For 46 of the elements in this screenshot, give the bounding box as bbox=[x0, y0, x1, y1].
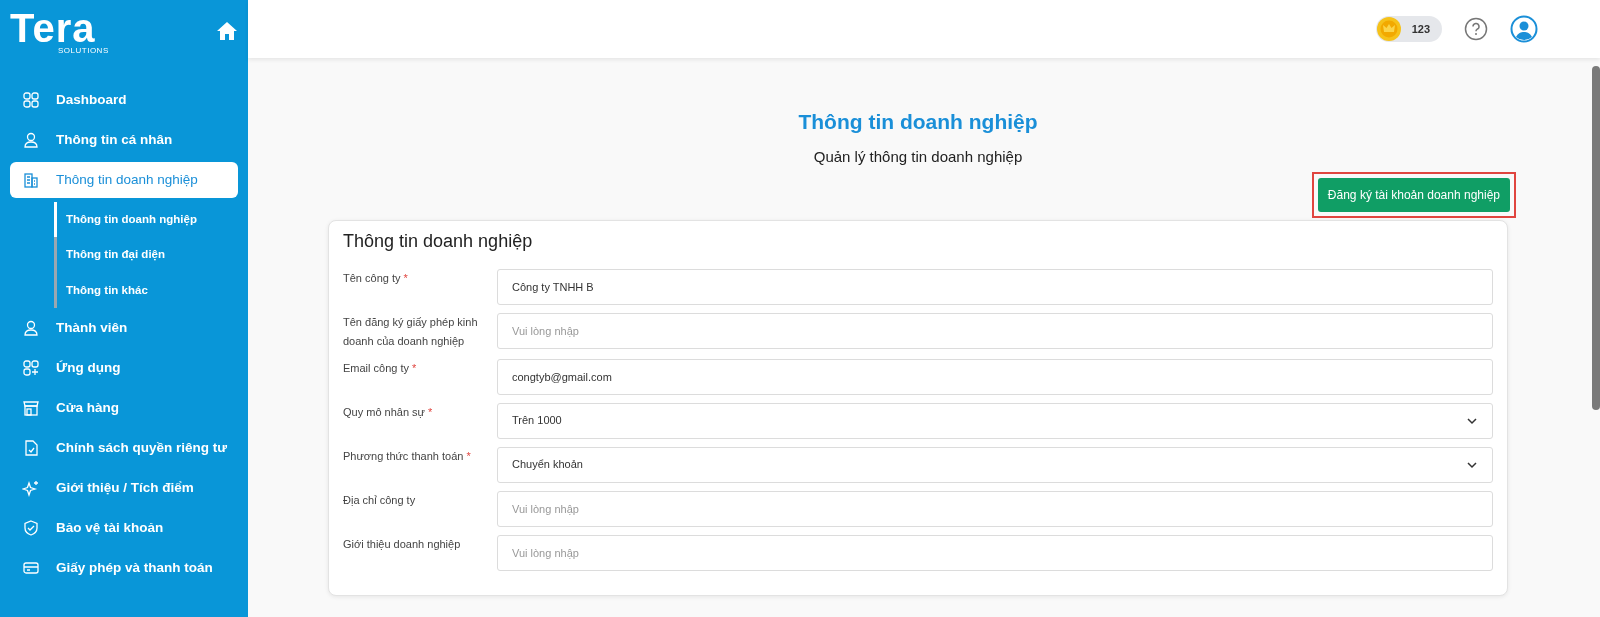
sidebar-item[interactable]: Cửa hàng bbox=[10, 389, 238, 426]
card-title: Thông tin doanh nghiệp bbox=[343, 231, 534, 253]
sidebar-item[interactable]: Bảo vệ tài khoản bbox=[10, 509, 238, 546]
logo: Tera SOLUTIONS bbox=[10, 10, 109, 55]
field-label: Email công ty * bbox=[343, 360, 418, 376]
submenu-item[interactable]: Thông tin đại diện bbox=[54, 237, 248, 273]
person-icon bbox=[22, 131, 40, 149]
field-label: Tên công ty * bbox=[343, 270, 409, 286]
document-icon bbox=[22, 438, 40, 457]
select-field[interactable]: Trên 1000 bbox=[497, 402, 1493, 439]
store-icon bbox=[22, 398, 40, 417]
sidebar-item[interactable]: Giấy phép và thanh toán bbox=[10, 549, 238, 586]
points-badge: 123 bbox=[1375, 16, 1442, 42]
help-icon[interactable] bbox=[1464, 17, 1488, 41]
input-field[interactable]: Vui lòng nhập bbox=[497, 490, 1493, 527]
person-icon bbox=[22, 318, 40, 337]
grid-icon bbox=[22, 91, 40, 109]
sidebar-item[interactable]: Thông tin cá nhân bbox=[10, 122, 238, 158]
field-label: Địa chỉ công ty bbox=[343, 492, 417, 508]
select-field[interactable]: Chuyển khoản bbox=[497, 446, 1493, 483]
apps-icon bbox=[22, 358, 40, 377]
input-field[interactable]: Vui lòng nhập bbox=[497, 312, 1493, 349]
submenu-item[interactable]: Thông tin doanh nghiệp bbox=[54, 202, 248, 238]
sidebar-item[interactable]: Dashboard bbox=[10, 82, 238, 118]
input-field[interactable]: Công ty TNHH B bbox=[497, 268, 1493, 305]
crown-coin-icon bbox=[1375, 16, 1402, 42]
field-label: Tên đăng ký giấy phép kinh doanh của doanh nghiệp bbox=[343, 314, 479, 349]
shield-icon bbox=[22, 518, 40, 537]
field-label: Quy mô nhân sự * bbox=[343, 404, 434, 420]
sidebar-item[interactable]: Thông tin doanh nghiệp bbox=[10, 162, 238, 198]
submenu-item[interactable]: Thông tin khác bbox=[54, 272, 248, 308]
page-title: Thông tin doanh nghiệp bbox=[797, 109, 1039, 135]
input-field[interactable]: Vui lòng nhập bbox=[497, 534, 1493, 571]
sparkle-icon bbox=[22, 478, 40, 497]
sidebar-item[interactable]: Thành viên bbox=[10, 309, 238, 346]
user-avatar-icon[interactable] bbox=[1510, 15, 1538, 43]
input-field[interactable]: congtyb@gmail.com bbox=[497, 358, 1493, 395]
sidebar-item[interactable]: Giới thiệu / Tích điểm bbox=[10, 469, 238, 506]
building-icon bbox=[22, 171, 40, 189]
field-label: Giới thiệu doanh nghiệp bbox=[343, 536, 462, 552]
sidebar-item[interactable]: Chính sách quyền riêng tư bbox=[10, 429, 238, 466]
sidebar-item[interactable]: Ứng dụng bbox=[10, 349, 238, 386]
scrollbar[interactable] bbox=[1592, 66, 1600, 410]
field-label: Phương thức thanh toán * bbox=[343, 448, 472, 464]
page-subtitle: Quản lý thông tin doanh nghiệp bbox=[812, 146, 1024, 167]
register-business-button[interactable]: Đăng ký tài khoản doanh nghiệp bbox=[1317, 178, 1510, 212]
